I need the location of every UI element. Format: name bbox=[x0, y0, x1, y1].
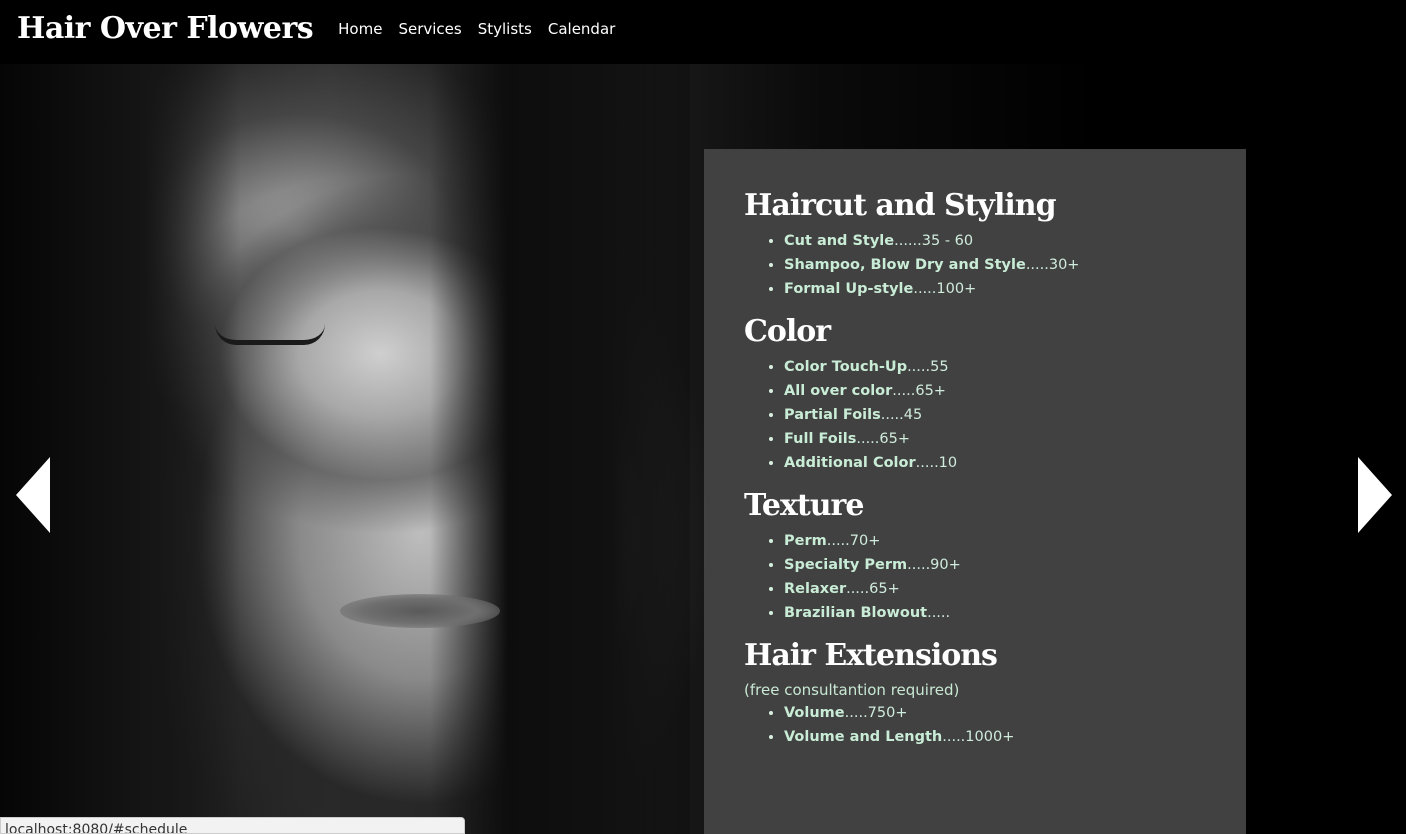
service-name: All over color bbox=[784, 383, 893, 399]
service-name: Volume bbox=[784, 705, 845, 721]
section-title-haircut: Haircut and Styling bbox=[744, 188, 1057, 223]
service-price: .....65+ bbox=[856, 431, 911, 447]
top-navbar: Hair Over Flowers Home Services Stylists… bbox=[0, 0, 1406, 64]
chevron-left-icon[interactable] bbox=[16, 457, 50, 533]
service-name: Full Foils bbox=[784, 431, 857, 447]
service-name: Partial Foils bbox=[784, 407, 881, 423]
service-item: Specialty Perm.....90+ bbox=[784, 553, 1224, 577]
service-list-color: Color Touch-Up.....55 All over color....… bbox=[744, 355, 1224, 475]
service-item: Perm.....70+ bbox=[784, 529, 1224, 553]
service-item: Volume and Length.....1000+ bbox=[784, 725, 1224, 749]
service-price: .....750+ bbox=[844, 705, 908, 721]
service-item: All over color.....65+ bbox=[784, 379, 1224, 403]
nav-stylists-link[interactable]: Stylists bbox=[478, 20, 532, 38]
hero-carousel: Haircut and Styling Cut and Style......3… bbox=[0, 64, 1406, 834]
service-item: Cut and Style......35 - 60 bbox=[784, 229, 1224, 253]
nav-home-link[interactable]: Home bbox=[338, 20, 382, 38]
service-item: Volume.....750+ bbox=[784, 701, 1224, 725]
service-price: .....30+ bbox=[1025, 257, 1080, 273]
hair-shadow-right bbox=[430, 64, 690, 834]
service-name: Shampoo, Blow Dry and Style bbox=[784, 257, 1026, 273]
service-name: Cut and Style bbox=[784, 233, 895, 249]
eye-shape bbox=[215, 324, 325, 345]
service-price: .....65+ bbox=[846, 581, 900, 597]
service-price: .....55 bbox=[907, 359, 949, 375]
service-price: .....10 bbox=[915, 455, 958, 471]
service-name: Color Touch-Up bbox=[784, 359, 908, 375]
service-name: Relaxer bbox=[784, 581, 847, 597]
service-list-extensions: Volume.....750+ Volume and Length.....10… bbox=[744, 701, 1224, 749]
service-price: ..... bbox=[927, 605, 951, 621]
service-name: Perm bbox=[784, 533, 827, 549]
service-list-haircut: Cut and Style......35 - 60 Shampoo, Blow… bbox=[744, 229, 1224, 301]
hair-shadow-left bbox=[0, 64, 240, 834]
service-price: .....90+ bbox=[907, 557, 961, 573]
lips-shape bbox=[340, 594, 500, 628]
services-list: Haircut and Styling Cut and Style......3… bbox=[744, 187, 1224, 761]
service-price: .....45 bbox=[880, 407, 923, 423]
service-price: .....70+ bbox=[826, 533, 881, 549]
section-title-color: Color bbox=[744, 314, 831, 349]
section-title-extensions: Hair Extensions bbox=[744, 638, 998, 673]
service-name: Additional Color bbox=[784, 455, 916, 471]
service-item: Shampoo, Blow Dry and Style.....30+ bbox=[784, 253, 1224, 277]
service-item: Partial Foils.....45 bbox=[784, 403, 1224, 427]
service-item: Color Touch-Up.....55 bbox=[784, 355, 1224, 379]
service-price: .....65+ bbox=[892, 383, 946, 399]
link-status-bar: localhost:8080/#schedule bbox=[0, 817, 465, 834]
service-item: Full Foils.....65+ bbox=[784, 427, 1224, 451]
service-name: Specialty Perm bbox=[784, 557, 908, 573]
nav-calendar-link[interactable]: Calendar bbox=[548, 20, 615, 38]
section-note-extensions: (free consultantion required) bbox=[744, 681, 960, 699]
service-name: Brazilian Blowout bbox=[784, 605, 928, 621]
service-price: ......35 - 60 bbox=[894, 233, 974, 249]
nav-services-link[interactable]: Services bbox=[398, 20, 461, 38]
service-price: .....1000+ bbox=[942, 729, 1015, 745]
services-panel: Haircut and Styling Cut and Style......3… bbox=[704, 149, 1246, 834]
service-item: Brazilian Blowout..... bbox=[784, 601, 1224, 625]
service-item: Additional Color.....10 bbox=[784, 451, 1224, 475]
section-title-texture: Texture bbox=[744, 488, 864, 523]
service-name: Formal Up-style bbox=[784, 281, 914, 297]
service-price: .....100+ bbox=[913, 281, 977, 297]
service-list-texture: Perm.....70+ Specialty Perm.....90+ Rela… bbox=[744, 529, 1224, 625]
service-item: Formal Up-style.....100+ bbox=[784, 277, 1224, 301]
brand-logo[interactable]: Hair Over Flowers bbox=[17, 11, 314, 46]
service-item: Relaxer.....65+ bbox=[784, 577, 1224, 601]
chevron-right-icon[interactable] bbox=[1358, 457, 1392, 533]
main-nav: Home Services Stylists Calendar bbox=[338, 20, 631, 38]
service-name: Volume and Length bbox=[784, 729, 943, 745]
